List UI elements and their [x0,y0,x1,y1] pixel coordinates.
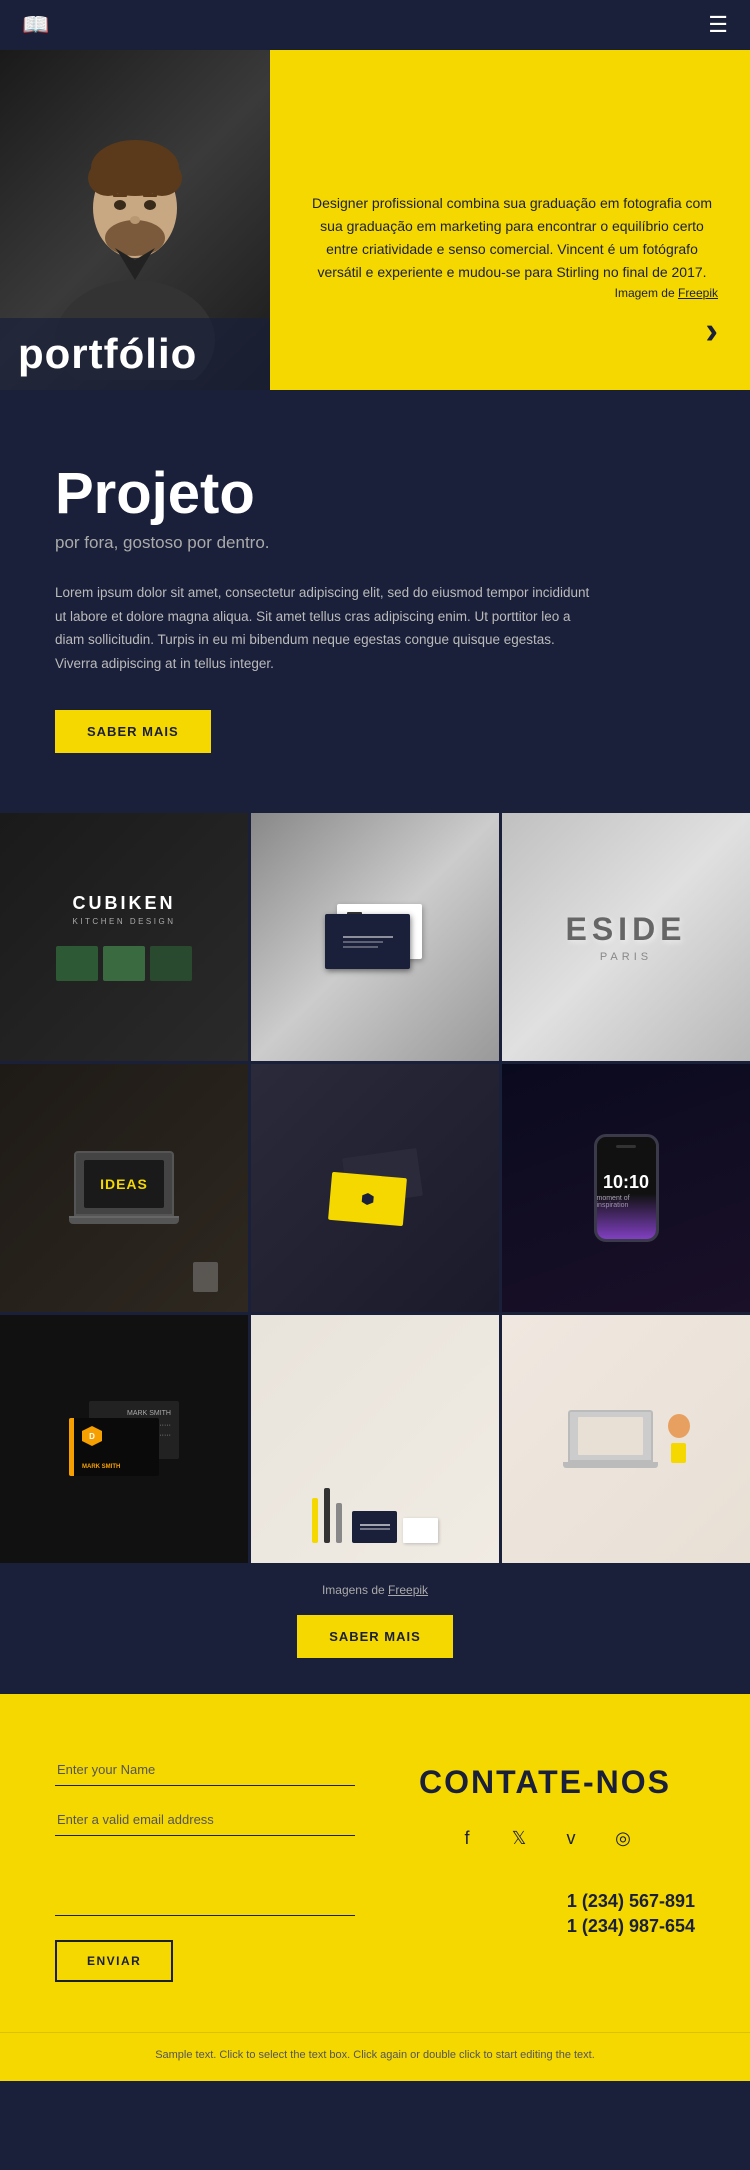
logo-icon[interactable]: 📖 [22,14,49,36]
contact-form: ENVIAR [55,1754,355,1982]
hero-credit: Imagem de Freepik [615,286,718,300]
header: 📖 ☰ [0,0,750,50]
grid-item-stationery[interactable] [251,1315,499,1563]
grid-item-ideas[interactable]: IDEAS [0,1064,248,1312]
hero-right: Designer profissional combina sua gradua… [270,152,750,390]
social-icons-row: f 𝕏 v ◎ [451,1823,639,1855]
hero-text-overlay: portfólio [0,318,270,390]
projeto-more-button[interactable]: SABER MAIS [55,710,211,753]
freepik-portfolio-link[interactable]: Freepik [388,1583,428,1597]
hero-arrow-button[interactable]: › [705,312,718,350]
name-input[interactable] [55,1754,355,1786]
portfolio-credits: Imagens de Freepik [0,1583,750,1597]
portfolio-more-button[interactable]: SABER MAIS [297,1615,453,1658]
grid-item-laptop2[interactable] [502,1315,750,1563]
ideas-text: IDEAS [100,1176,148,1192]
footer-note-text: Sample text. Click to select the text bo… [155,2049,595,2061]
email-input[interactable] [55,1804,355,1836]
contact-title: CONTATE-NOS [419,1764,671,1801]
grid-item-phone[interactable]: 10:10 moment of inspiration [502,1064,750,1312]
phone-number-1: 1 (234) 567-891 [567,1891,695,1912]
portfolio-footer: Imagens de Freepik SABER MAIS [0,1563,750,1694]
eside-brand: ESIDE [565,911,686,948]
message-textarea[interactable] [55,1854,355,1916]
freepik-link[interactable]: Freepik [678,286,718,300]
vimeo-icon[interactable]: v [555,1823,587,1855]
contact-phones: 1 (234) 567-891 1 (234) 987-654 [395,1891,695,1937]
cubiken-brand: CUBIKEN [72,893,175,914]
hero-section: portfólio Designer profissional combina … [0,50,750,390]
portfolio-title: portfólio [18,330,252,378]
hero-photo: portfólio [0,50,270,390]
projeto-body: Lorem ipsum dolor sit amet, consectetur … [55,581,595,676]
facebook-icon[interactable]: f [451,1823,483,1855]
grid-item-brandcard[interactable]: MARK SMITH ··············· ·············… [0,1315,248,1563]
phone-number-2: 1 (234) 987-654 [567,1916,695,1937]
phone-time: 10:10 [603,1172,649,1193]
portfolio-grid: CUBIKEN KITCHEN DESIGN [0,813,750,1563]
grid-item-bizcard1[interactable] [251,813,499,1061]
grid-item-bizcard2[interactable] [251,1064,499,1312]
eside-sub: PARIS [600,951,652,963]
projeto-section: Projeto por fora, gostoso por dentro. Lo… [0,390,750,813]
footer-note: Sample text. Click to select the text bo… [0,2032,750,2081]
projeto-subtitle: por fora, gostoso por dentro. [55,533,695,553]
grid-item-eside[interactable]: ESIDE PARIS [502,813,750,1061]
menu-button[interactable]: ☰ [708,14,728,36]
contact-section: ENVIAR CONTATE-NOS f 𝕏 v ◎ 1 (234) 567-8… [0,1694,750,2032]
contact-info: CONTATE-NOS f 𝕏 v ◎ 1 (234) 567-891 1 (2… [395,1754,695,1937]
cubiken-sub: KITCHEN DESIGN [72,917,175,926]
send-button[interactable]: ENVIAR [55,1940,173,1982]
hero-description: Designer profissional combina sua gradua… [306,192,718,284]
projeto-title: Projeto [55,460,695,527]
twitter-icon[interactable]: 𝕏 [503,1823,535,1855]
instagram-icon[interactable]: ◎ [607,1823,639,1855]
grid-item-cubiken[interactable]: CUBIKEN KITCHEN DESIGN [0,813,248,1061]
